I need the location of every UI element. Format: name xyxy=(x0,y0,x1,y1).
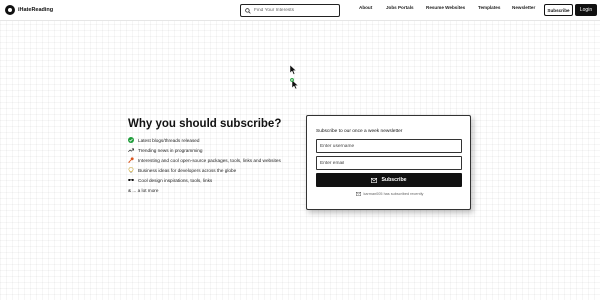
mail-icon xyxy=(355,192,361,196)
search-box[interactable] xyxy=(240,4,340,17)
feature-text: Cool design inspirations, tools, links xyxy=(138,177,213,183)
header-subscribe-button[interactable]: Subscribe xyxy=(544,4,573,16)
subscribe-button-label: Subscribe xyxy=(381,177,407,183)
list-item: Cool design inspirations, tools, links xyxy=(128,175,281,185)
search-input[interactable] xyxy=(254,8,338,13)
newsletter-card: Subscribe to our once a week newsletter … xyxy=(306,115,471,210)
list-item: Trending news in programming xyxy=(128,145,281,155)
list-item: Business ideas for developers across the… xyxy=(128,165,281,175)
feature-text: Latest blogs/threads released xyxy=(138,137,200,143)
feature-text: Business ideas for developers across the… xyxy=(138,167,237,173)
subscribe-button[interactable]: Subscribe xyxy=(316,173,462,187)
logo[interactable]: iHateReading xyxy=(5,5,53,15)
login-button[interactable]: Login xyxy=(575,4,597,16)
search-icon xyxy=(245,7,251,14)
lightbulb-icon xyxy=(128,167,134,173)
more-text: & ... a lot more xyxy=(128,188,159,193)
recent-subscriber-text: karman005 has subscribed recently xyxy=(363,192,424,196)
key-icon xyxy=(128,157,134,163)
nav-jobs-portals[interactable]: Jobs Portals xyxy=(386,5,414,10)
page-title: Why you should subscribe? xyxy=(128,118,282,130)
feature-text: Trending news in programming xyxy=(138,147,203,153)
email-field[interactable] xyxy=(316,156,462,170)
sparkle-cursor-icon xyxy=(290,78,299,89)
list-item: Latest blogs/threads released xyxy=(128,135,281,145)
recent-subscriber-note: karman005 has subscribed recently xyxy=(307,192,472,196)
mail-icon xyxy=(371,177,378,183)
list-item: Interesting and cool open-source package… xyxy=(128,155,281,165)
feature-list: Latest blogs/threads released Trending n… xyxy=(128,135,281,185)
trending-up-icon xyxy=(128,147,134,153)
username-field[interactable] xyxy=(316,139,462,153)
nav-resume-websites[interactable]: Resume Websites xyxy=(426,5,465,10)
logo-icon xyxy=(5,5,15,15)
top-navbar: iHateReading About Jobs Portals Resume W… xyxy=(0,0,600,21)
feature-text: Interesting and cool open-source package… xyxy=(138,157,281,163)
arrow-cursor-icon xyxy=(290,65,297,75)
nav-about[interactable]: About xyxy=(359,5,372,10)
newsletter-title: Subscribe to our once a week newsletter xyxy=(316,129,403,134)
logo-text: iHateReading xyxy=(18,7,54,13)
nav-newsletter[interactable]: Newsletter xyxy=(512,5,535,10)
nav-templates[interactable]: Templates xyxy=(478,5,500,10)
glasses-icon xyxy=(128,177,134,183)
check-circle-icon xyxy=(128,137,134,143)
